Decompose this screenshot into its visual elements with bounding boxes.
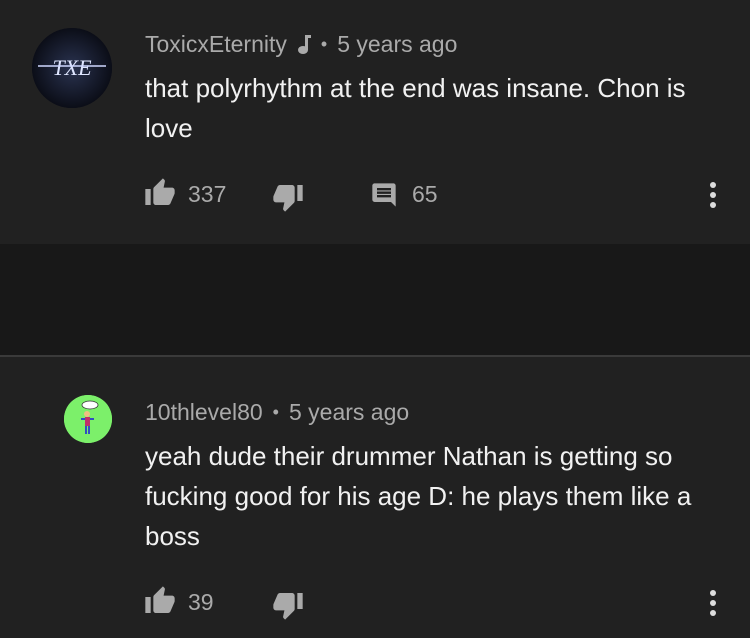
like-count: 39 <box>188 589 214 615</box>
avatar-image <box>64 395 112 443</box>
more-options-icon[interactable] <box>709 590 717 620</box>
comment-text: yeah dude their drummer Nathan is gettin… <box>145 441 692 551</box>
separator-dot: • <box>320 33 328 54</box>
author-name[interactable]: 10thlevel80 <box>145 399 263 426</box>
comment-actions: 337 65 <box>0 175 750 215</box>
timestamp[interactable]: 5 years ago <box>289 399 409 426</box>
separator-dot: • <box>272 401 279 422</box>
comment-meta: ToxicxEternity • 5 years ago <box>145 28 457 60</box>
thumbs-down-icon[interactable] <box>272 181 304 218</box>
avatar[interactable] <box>64 395 112 443</box>
comment-text: that polyrhythm at the end was insane. C… <box>145 73 686 143</box>
avatar[interactable]: TXE <box>32 28 112 108</box>
thumbs-up-icon[interactable] <box>144 177 176 214</box>
timestamp[interactable]: 5 years ago <box>337 31 457 58</box>
comment-gap <box>0 244 750 356</box>
music-note-icon <box>297 33 311 55</box>
reply-count[interactable]: 65 <box>412 181 438 208</box>
thumbs-up-icon[interactable] <box>144 585 176 622</box>
comment-meta: 10thlevel80 • 5 years ago <box>145 396 409 428</box>
thumbs-down-icon[interactable] <box>272 589 304 626</box>
avatar-logo-text: TXE <box>52 55 92 80</box>
author-name[interactable]: ToxicxEternity <box>145 31 287 58</box>
reply-icon[interactable] <box>370 181 398 214</box>
like-count: 337 <box>188 181 227 207</box>
comment-actions: 39 <box>0 583 750 623</box>
more-options-icon[interactable] <box>709 182 717 212</box>
avatar-image: TXE <box>32 28 112 108</box>
